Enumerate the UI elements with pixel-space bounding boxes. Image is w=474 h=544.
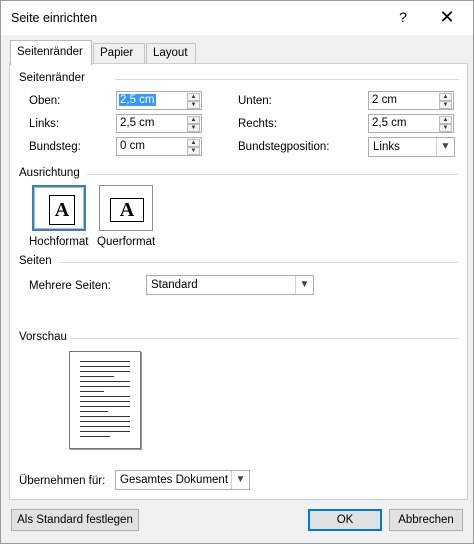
select-value: Standard bbox=[151, 279, 198, 291]
close-icon[interactable]: ✕ bbox=[435, 7, 459, 29]
left-margin-input[interactable]: 2,5 cm ▲ ▼ bbox=[116, 114, 202, 133]
divider bbox=[59, 262, 459, 263]
tab-label: Layout bbox=[153, 47, 188, 59]
landscape-page-icon: A bbox=[110, 198, 144, 222]
portrait-button[interactable]: A bbox=[32, 185, 86, 231]
preview-line bbox=[80, 416, 130, 417]
divider bbox=[71, 338, 459, 339]
multiple-pages-select[interactable]: Standard ▼ bbox=[146, 275, 314, 295]
select-value: Gesamtes Dokument bbox=[120, 474, 229, 486]
preview-line bbox=[80, 436, 110, 437]
apply-to-label: Übernehmen für: bbox=[19, 475, 106, 487]
set-as-default-button[interactable]: Als Standard festlegen bbox=[11, 509, 139, 531]
pages-section-header: Seiten bbox=[19, 255, 459, 269]
section-heading: Ausrichtung bbox=[19, 167, 80, 179]
gutter-position-label: Bundstegposition: bbox=[238, 141, 330, 153]
tab-layout[interactable]: Layout bbox=[146, 43, 196, 63]
bottom-margin-label: Unten: bbox=[238, 95, 272, 107]
spin-up-icon[interactable]: ▲ bbox=[187, 93, 200, 101]
spin-up-icon[interactable]: ▲ bbox=[439, 116, 452, 124]
preview-line bbox=[80, 411, 108, 412]
portrait-label: Hochformat bbox=[29, 236, 89, 248]
preview-line bbox=[80, 376, 114, 377]
preview-line bbox=[80, 401, 130, 402]
gutter-input[interactable]: 0 cm ▲ ▼ bbox=[116, 137, 202, 156]
field-value: 2,5 cm bbox=[120, 117, 155, 129]
spin-down-icon[interactable]: ▼ bbox=[439, 124, 452, 132]
page-preview bbox=[69, 351, 141, 449]
preview-line bbox=[80, 381, 130, 382]
portrait-page-icon: A bbox=[49, 195, 75, 225]
spin-down-icon[interactable]: ▼ bbox=[187, 124, 200, 132]
tab-seitenraender[interactable]: Seitenränder bbox=[10, 40, 92, 65]
tab-papier[interactable]: Papier bbox=[93, 43, 145, 63]
divider bbox=[115, 79, 459, 80]
right-margin-input[interactable]: 2,5 cm ▲ ▼ bbox=[368, 114, 454, 133]
preview-line bbox=[80, 421, 130, 422]
margins-section-header: Seitenränder bbox=[19, 72, 459, 86]
bottom-margin-input[interactable]: 2 cm ▲ ▼ bbox=[368, 91, 454, 110]
top-margin-input[interactable]: 2,5 cm ▲ ▼ bbox=[116, 91, 202, 110]
field-value: 2,5 cm bbox=[119, 94, 156, 106]
preview-line bbox=[80, 366, 130, 367]
preview-line bbox=[80, 391, 104, 392]
landscape-label: Querformat bbox=[97, 236, 156, 248]
section-heading: Seitenränder bbox=[19, 72, 85, 84]
preview-line bbox=[80, 406, 130, 407]
gutter-label: Bundsteg: bbox=[29, 141, 81, 153]
top-margin-label: Oben: bbox=[29, 95, 61, 107]
preview-line bbox=[80, 361, 130, 362]
right-margin-label: Rechts: bbox=[238, 118, 277, 130]
ok-button[interactable]: OK bbox=[308, 509, 382, 531]
preview-line bbox=[80, 386, 130, 387]
section-heading: Seiten bbox=[19, 255, 52, 267]
spin-up-icon[interactable]: ▲ bbox=[187, 116, 200, 124]
preview-line bbox=[80, 371, 130, 372]
dialog-title: Seite einrichten bbox=[11, 11, 98, 25]
apply-to-select[interactable]: Gesamtes Dokument ▼ bbox=[115, 470, 250, 490]
divider bbox=[87, 174, 459, 175]
multiple-pages-label: Mehrere Seiten: bbox=[29, 280, 111, 292]
select-value: Links bbox=[373, 141, 400, 153]
chevron-down-icon[interactable]: ▼ bbox=[231, 471, 249, 489]
help-icon[interactable]: ? bbox=[393, 9, 413, 29]
page-setup-dialog: Seite einrichten ? ✕ Seitenränder Papier… bbox=[0, 0, 474, 544]
field-value: 2,5 cm bbox=[372, 117, 407, 129]
preview-line bbox=[80, 396, 130, 397]
orientation-section-header: Ausrichtung bbox=[19, 167, 459, 181]
field-value: 0 cm bbox=[120, 140, 145, 152]
left-margin-label: Links: bbox=[29, 118, 60, 130]
tab-label: Papier bbox=[100, 47, 134, 59]
spin-down-icon[interactable]: ▼ bbox=[187, 147, 200, 155]
landscape-button[interactable]: A bbox=[99, 185, 153, 231]
preview-line bbox=[80, 431, 130, 432]
chevron-down-icon[interactable]: ▼ bbox=[295, 276, 313, 294]
field-value: 2 cm bbox=[372, 94, 397, 106]
chevron-down-icon[interactable]: ▼ bbox=[436, 138, 454, 156]
gutter-position-select[interactable]: Links ▼ bbox=[368, 137, 455, 157]
title-bar: Seite einrichten ? ✕ bbox=[1, 1, 473, 35]
section-heading: Vorschau bbox=[19, 331, 67, 343]
preview-section-header: Vorschau bbox=[19, 331, 459, 345]
spin-down-icon[interactable]: ▼ bbox=[187, 101, 200, 109]
spin-up-icon[interactable]: ▲ bbox=[187, 139, 200, 147]
preview-line bbox=[80, 426, 130, 427]
spin-up-icon[interactable]: ▲ bbox=[439, 93, 452, 101]
spin-down-icon[interactable]: ▼ bbox=[439, 101, 452, 109]
cancel-button[interactable]: Abbrechen bbox=[389, 509, 463, 531]
tab-label: Seitenränder bbox=[17, 46, 83, 58]
